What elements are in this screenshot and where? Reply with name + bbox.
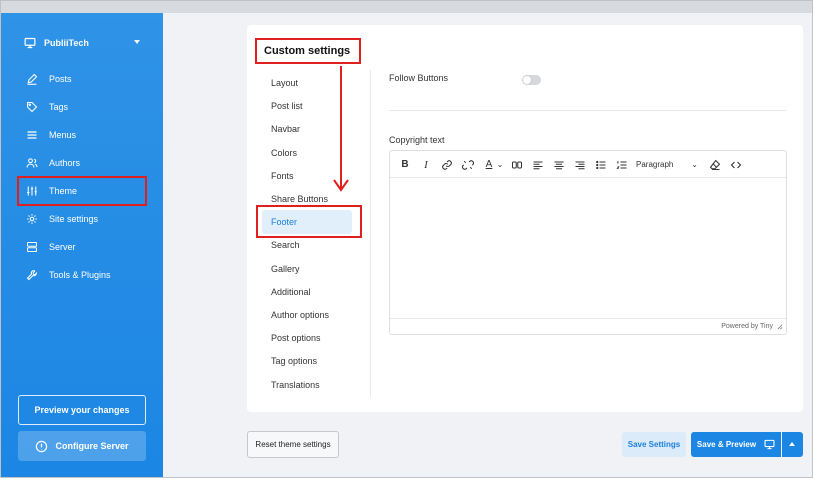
numbered-list-icon[interactable] [615,157,629,172]
menu-item-author-options[interactable]: Author options [262,303,352,327]
format-select-value: Paragraph [636,160,674,169]
users-icon [26,158,38,168]
menu-item-translations[interactable]: Translations [262,373,352,397]
monitor-icon [764,439,775,450]
editor-statusbar: Powered by Tiny [390,318,786,334]
menu-divider [370,70,371,397]
alert-circle-icon [36,440,48,452]
sidebar-item-label: Authors [49,158,81,168]
italic-icon[interactable]: I [419,157,433,172]
tag-icon [26,101,38,113]
sidebar-item-posts[interactable]: Posts [26,71,72,87]
preview-changes-button[interactable]: Preview your changes [18,395,146,425]
save-options-dropdown-button[interactable] [782,432,803,457]
menu-item-layout[interactable]: Layout [262,71,352,95]
sidebar-item-label: Tags [49,102,69,112]
save-settings-button[interactable]: Save Settings [622,432,686,457]
menu-item-post-options[interactable]: Post options [262,326,352,350]
menu-item-navbar[interactable]: Navbar [262,117,352,141]
sidebar-item-label: Server [49,242,76,252]
chevron-down-icon: ⌄ [691,160,698,169]
menu-item-search[interactable]: Search [262,233,352,257]
sidebar-item-label: Theme [49,186,78,196]
section-divider [389,110,786,111]
unlink-icon[interactable] [461,157,475,172]
menu-item-footer[interactable]: Footer [262,210,352,234]
copyright-label: Copyright text [389,135,445,145]
page-title: Custom settings [264,45,351,57]
code-icon[interactable] [729,157,743,172]
text-color-icon[interactable]: A [483,157,495,172]
settings-card: Custom settings Layout Post list Navbar … [247,25,803,412]
site-name: PubliiTech [44,38,89,48]
wrench-icon [26,269,38,281]
sliders-icon [27,186,37,196]
gear-icon [27,214,37,224]
bullet-list-icon[interactable] [594,157,608,172]
pen-icon [27,73,38,85]
bold-icon[interactable]: B [398,157,412,172]
powered-by-tiny[interactable]: Powered by Tiny [721,323,773,330]
monitor-icon [24,37,36,49]
server-icon [26,241,38,253]
follow-buttons-toggle[interactable] [522,75,541,85]
editor-toolbar: B I A ⌄ Paragraph ⌄ [390,151,786,178]
configure-server-label: Configure Server [55,441,129,451]
menu-item-tag-options[interactable]: Tag options [262,349,352,373]
sidebar-item-label: Menus [49,130,77,140]
sidebar-item-site-settings[interactable]: Site settings [26,211,98,227]
chevron-down-icon [134,40,140,44]
sidebar-item-server[interactable]: Server [26,239,76,255]
quote-icon[interactable] [510,157,524,172]
site-switcher[interactable]: PubliiTech [24,36,144,50]
menu-item-post-list[interactable]: Post list [262,94,352,118]
save-preview-button[interactable]: Save & Preview [691,432,781,457]
menu-item-additional[interactable]: Additional [262,280,352,304]
configure-server-button[interactable]: Configure Server [18,431,146,461]
chevron-down-icon[interactable]: ⌄ [496,157,504,172]
save-preview-label: Save & Preview [696,440,757,449]
sidebar-item-menus[interactable]: Menus [26,127,76,143]
sidebar: PubliiTech Posts Tags Menus Authors Them… [0,13,163,478]
sidebar-item-theme[interactable]: Theme [26,183,77,199]
menu-icon [27,131,37,139]
menu-item-colors[interactable]: Colors [262,141,352,165]
format-select[interactable]: Paragraph ⌄ [636,158,698,171]
sidebar-item-label: Site settings [49,214,99,224]
copyright-editor: B I A ⌄ Paragraph ⌄ Powered by Tiny [389,150,787,335]
link-icon[interactable] [440,157,454,172]
clear-format-icon[interactable] [708,157,722,172]
align-center-icon[interactable] [552,157,566,172]
align-left-icon[interactable] [531,157,545,172]
align-right-icon[interactable] [573,157,587,172]
sidebar-item-tools-plugins[interactable]: Tools & Plugins [26,267,111,283]
sidebar-item-label: Posts [49,74,72,84]
reset-theme-settings-button[interactable]: Reset theme settings [247,431,339,458]
follow-buttons-label: Follow Buttons [389,73,449,83]
menu-item-fonts[interactable]: Fonts [262,164,352,188]
menu-item-gallery[interactable]: Gallery [262,257,352,281]
editor-content-area[interactable] [390,178,786,319]
sidebar-item-tags[interactable]: Tags [26,99,68,115]
sidebar-item-label: Tools & Plugins [49,270,111,280]
window-top-strip [0,0,813,13]
menu-item-share-buttons[interactable]: Share Buttons [262,187,352,211]
sidebar-item-authors[interactable]: Authors [26,155,80,171]
resize-handle-icon[interactable] [776,323,783,330]
